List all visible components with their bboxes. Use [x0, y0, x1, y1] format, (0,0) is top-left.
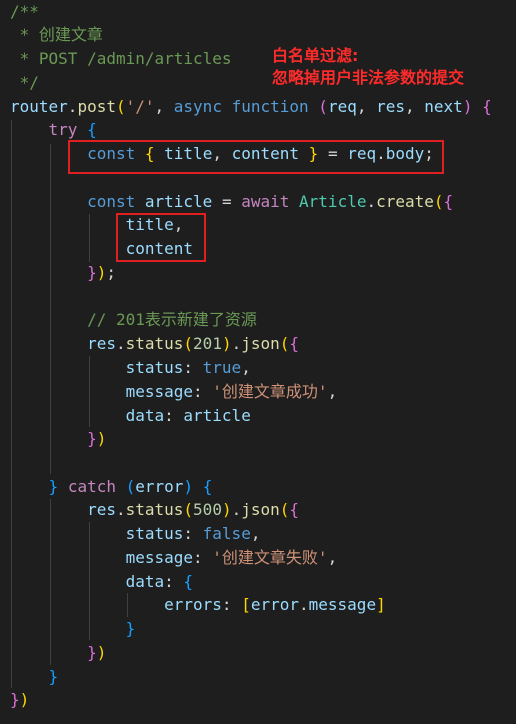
code-line-1: /** — [10, 2, 39, 21]
true-literal: true — [202, 358, 242, 377]
post-token: post — [77, 97, 116, 116]
status-method: status — [125, 334, 184, 353]
code-line-24: message: '创建文章失败', — [125, 548, 338, 567]
res-token: res — [87, 334, 116, 353]
data-key: data — [125, 406, 165, 425]
code-line-5: router.post('/', async function (req, re… — [10, 97, 492, 116]
code-line-12: }); — [87, 263, 116, 282]
router-token: router — [10, 97, 68, 116]
annotation-subtitle: 忽略掉用户非法参数的提交 — [272, 68, 465, 87]
code-line-26: errors: [error.message] — [164, 595, 386, 614]
article-token: article — [183, 406, 251, 425]
article-class: Article — [299, 192, 367, 211]
error-token: error — [250, 595, 299, 614]
data-key: data — [125, 572, 165, 591]
code-line-17: message: '创建文章成功', — [125, 382, 338, 401]
await-keyword: await — [241, 192, 290, 211]
async-keyword: async — [173, 97, 222, 116]
code-line-3: * POST /admin/articles — [10, 49, 232, 68]
json-method: json — [241, 334, 280, 353]
code-line-30: }) — [10, 690, 30, 709]
code-line-21: } catch (error) { — [48, 477, 213, 496]
message-token: message — [308, 595, 377, 614]
code-line-6: try { — [48, 120, 97, 139]
create-method: create — [376, 192, 434, 211]
param-req: req — [327, 97, 357, 116]
param-res: res — [376, 97, 406, 116]
status-key: status — [125, 524, 184, 543]
code-line-23: status: false, — [125, 524, 261, 543]
code-line-29: } — [48, 667, 59, 686]
message-key: message — [125, 548, 194, 567]
catch-keyword: catch — [67, 477, 116, 496]
code-line-9: const article = await Article.create({ — [87, 192, 454, 211]
code-line-27: } — [125, 619, 136, 638]
function-keyword: function — [231, 97, 309, 116]
code-line-22: res.status(500).json({ — [87, 500, 300, 519]
code-line-15: res.status(201).json({ — [87, 334, 300, 353]
code-line-25: data: { — [125, 572, 194, 591]
param-next: next — [424, 97, 463, 116]
status-method: status — [125, 500, 184, 519]
error-param: error — [135, 477, 184, 496]
errors-key: errors — [164, 595, 222, 614]
comment-201: // 201表示新建了资源 — [87, 310, 257, 329]
code-line-19: }) — [87, 429, 107, 448]
status-500: 500 — [193, 500, 222, 519]
json-method: json — [241, 500, 280, 519]
annotation-title: 白名单过滤: — [272, 46, 359, 65]
code-line-16: status: true, — [125, 358, 251, 377]
message-fail-string: '创建文章失败' — [212, 548, 328, 567]
code-line-2: * 创建文章 — [10, 25, 103, 44]
message-key: message — [125, 382, 194, 401]
res-token: res — [87, 500, 116, 519]
status-key: status — [125, 358, 184, 377]
try-keyword: try — [48, 120, 78, 139]
highlight-box-create-fields — [116, 213, 206, 262]
code-line-18: data: article — [125, 406, 251, 425]
route-string: '/' — [125, 97, 155, 116]
const-keyword: const — [87, 192, 136, 211]
code-line-14: // 201表示新建了资源 — [10, 308, 257, 332]
message-success-string: '创建文章成功' — [212, 382, 328, 401]
article-token: article — [144, 192, 213, 211]
status-201: 201 — [193, 334, 222, 353]
code-line-4: */ — [10, 73, 39, 92]
code-line-28: }) — [87, 643, 107, 662]
highlight-box-destructure — [68, 140, 444, 174]
false-literal: false — [202, 524, 251, 543]
